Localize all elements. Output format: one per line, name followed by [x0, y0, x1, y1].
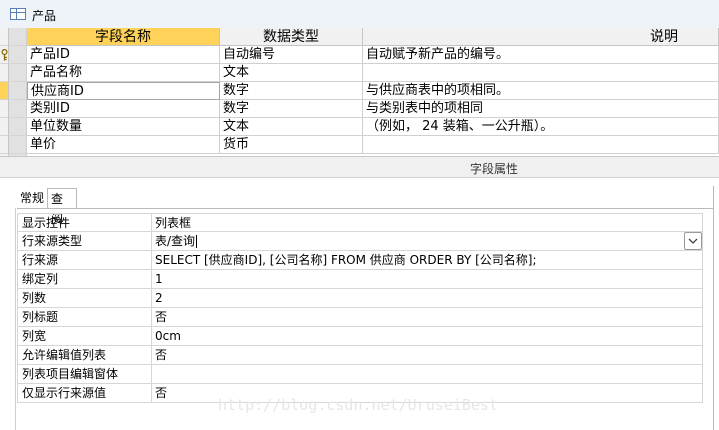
field-properties-bar: 字段属性	[0, 156, 719, 178]
row-gutter	[9, 118, 27, 136]
row-selector[interactable]	[0, 82, 9, 100]
primary-key-icon	[1, 49, 8, 61]
row-selector[interactable]	[0, 100, 9, 118]
property-label: 行来源	[17, 251, 152, 270]
property-value-text: 0cm	[155, 329, 181, 343]
property-row: 允许编辑值列表否	[17, 346, 703, 365]
row-gutter	[9, 82, 27, 100]
property-value[interactable]: 否	[152, 384, 703, 403]
property-row: 行来源 SELECT [供应商ID], [公司名称] FROM 供应商 ORDER…	[17, 251, 703, 270]
header-data-type[interactable]: 数据类型	[220, 28, 363, 46]
property-value[interactable]: 表/查询	[152, 232, 703, 251]
field-name-cell[interactable]: 类别ID	[27, 100, 220, 118]
property-label: 绑定列	[17, 270, 152, 289]
field-name-cell[interactable]: 供应商ID	[27, 82, 220, 100]
property-value[interactable]: 列表框	[152, 213, 703, 232]
table-design-grid: 字段名称 数据类型 说明 产品ID 自动编号 自动赋予新产品的编号。 产品名称 文本 供应…	[0, 28, 719, 156]
property-row: 仅显示行来源值否	[17, 384, 703, 403]
property-label: 列标题	[17, 308, 152, 327]
row-gutter	[9, 64, 27, 82]
field-properties-title: 字段属性	[470, 162, 519, 176]
panel-divider-left	[15, 208, 16, 430]
property-value-text: 表/查询	[155, 234, 196, 248]
row-selector[interactable]	[0, 46, 9, 64]
data-type-cell[interactable]: 数字	[220, 82, 363, 100]
row-selector[interactable]	[0, 136, 9, 154]
field-name-cell[interactable]: 单位数量	[27, 118, 220, 136]
table-icon	[10, 8, 26, 20]
field-name-cell[interactable]: 单价	[27, 136, 220, 154]
property-value[interactable]	[152, 365, 703, 384]
description-cell[interactable]	[363, 136, 719, 154]
grid-corner[interactable]	[0, 28, 9, 46]
property-label: 列宽	[17, 327, 152, 346]
property-row: 列标题否	[17, 308, 703, 327]
property-row: 显示控件 列表框	[17, 213, 703, 232]
chevron-down-icon	[688, 238, 698, 244]
property-row: 列数 2	[17, 289, 703, 308]
property-value-text: SELECT [供应商ID], [公司名称] FROM 供应商 ORDER BY…	[155, 253, 537, 267]
description-cell[interactable]	[363, 64, 719, 82]
property-label: 显示控件	[17, 213, 152, 232]
description-cell[interactable]: （例如， 24 装箱、一公升瓶）。	[363, 118, 719, 136]
property-value-text: 否	[155, 386, 168, 400]
tab-lookup[interactable]: 查阅	[47, 188, 77, 226]
property-row: 列宽 0cm	[17, 327, 703, 346]
property-value[interactable]: 2	[152, 289, 703, 308]
property-value[interactable]: 0cm	[152, 327, 703, 346]
property-label: 列表项目编辑窗体	[17, 365, 152, 384]
tab-general[interactable]: 常规	[17, 188, 47, 208]
field-name-cell[interactable]: 产品ID	[27, 46, 220, 64]
row-gutter	[9, 46, 27, 64]
property-value[interactable]: 否	[152, 346, 703, 365]
panel-divider-right	[713, 186, 714, 430]
property-label: 行来源类型	[17, 232, 152, 251]
description-cell[interactable]: 与供应商表中的项相同。	[363, 82, 719, 100]
property-value-text: 否	[155, 310, 168, 324]
data-type-cell[interactable]: 数字	[220, 100, 363, 118]
text-caret	[196, 235, 198, 248]
row-selector[interactable]	[0, 64, 9, 82]
property-row: 绑定列 1	[17, 270, 703, 289]
data-type-cell[interactable]: 文本	[220, 64, 363, 82]
property-label: 允许编辑值列表	[17, 346, 152, 365]
data-type-cell[interactable]: 货币	[220, 136, 363, 154]
property-value-text: 否	[155, 348, 168, 362]
header-field-name[interactable]: 字段名称	[27, 28, 220, 46]
property-row: 行来源类型 表/查询	[17, 232, 703, 251]
description-cell[interactable]: 自动赋予新产品的编号。	[363, 46, 719, 64]
field-name-cell[interactable]: 产品名称	[27, 64, 220, 82]
window-titlebar: 产品	[0, 0, 719, 29]
row-gutter	[9, 100, 27, 118]
tab-underline	[17, 208, 713, 209]
data-type-cell[interactable]: 自动编号	[220, 46, 363, 64]
dropdown-button[interactable]	[684, 232, 702, 250]
property-value-text: 1	[155, 272, 163, 286]
window-title: 产品	[32, 9, 57, 23]
grid-corner-spacer	[9, 28, 27, 46]
field-properties-panel: 常规 查阅 显示控件 列表框 行来源类型 表/查询 行来源 SELECT [供应商ID],…	[0, 178, 719, 430]
header-description[interactable]: 说明	[363, 28, 719, 46]
property-label: 列数	[17, 289, 152, 308]
row-selector[interactable]	[0, 118, 9, 136]
property-row: 列表项目编辑窗体	[17, 365, 703, 384]
row-gutter	[9, 136, 27, 154]
property-label: 仅显示行来源值	[17, 384, 152, 403]
property-value-text: 2	[155, 291, 163, 305]
description-cell[interactable]: 与类别表中的项相同	[363, 100, 719, 118]
property-value[interactable]: 否	[152, 308, 703, 327]
data-type-cell[interactable]: 文本	[220, 118, 363, 136]
property-value[interactable]: SELECT [供应商ID], [公司名称] FROM 供应商 ORDER BY…	[152, 251, 703, 270]
property-value[interactable]: 1	[152, 270, 703, 289]
property-value-text: 列表框	[155, 216, 192, 230]
